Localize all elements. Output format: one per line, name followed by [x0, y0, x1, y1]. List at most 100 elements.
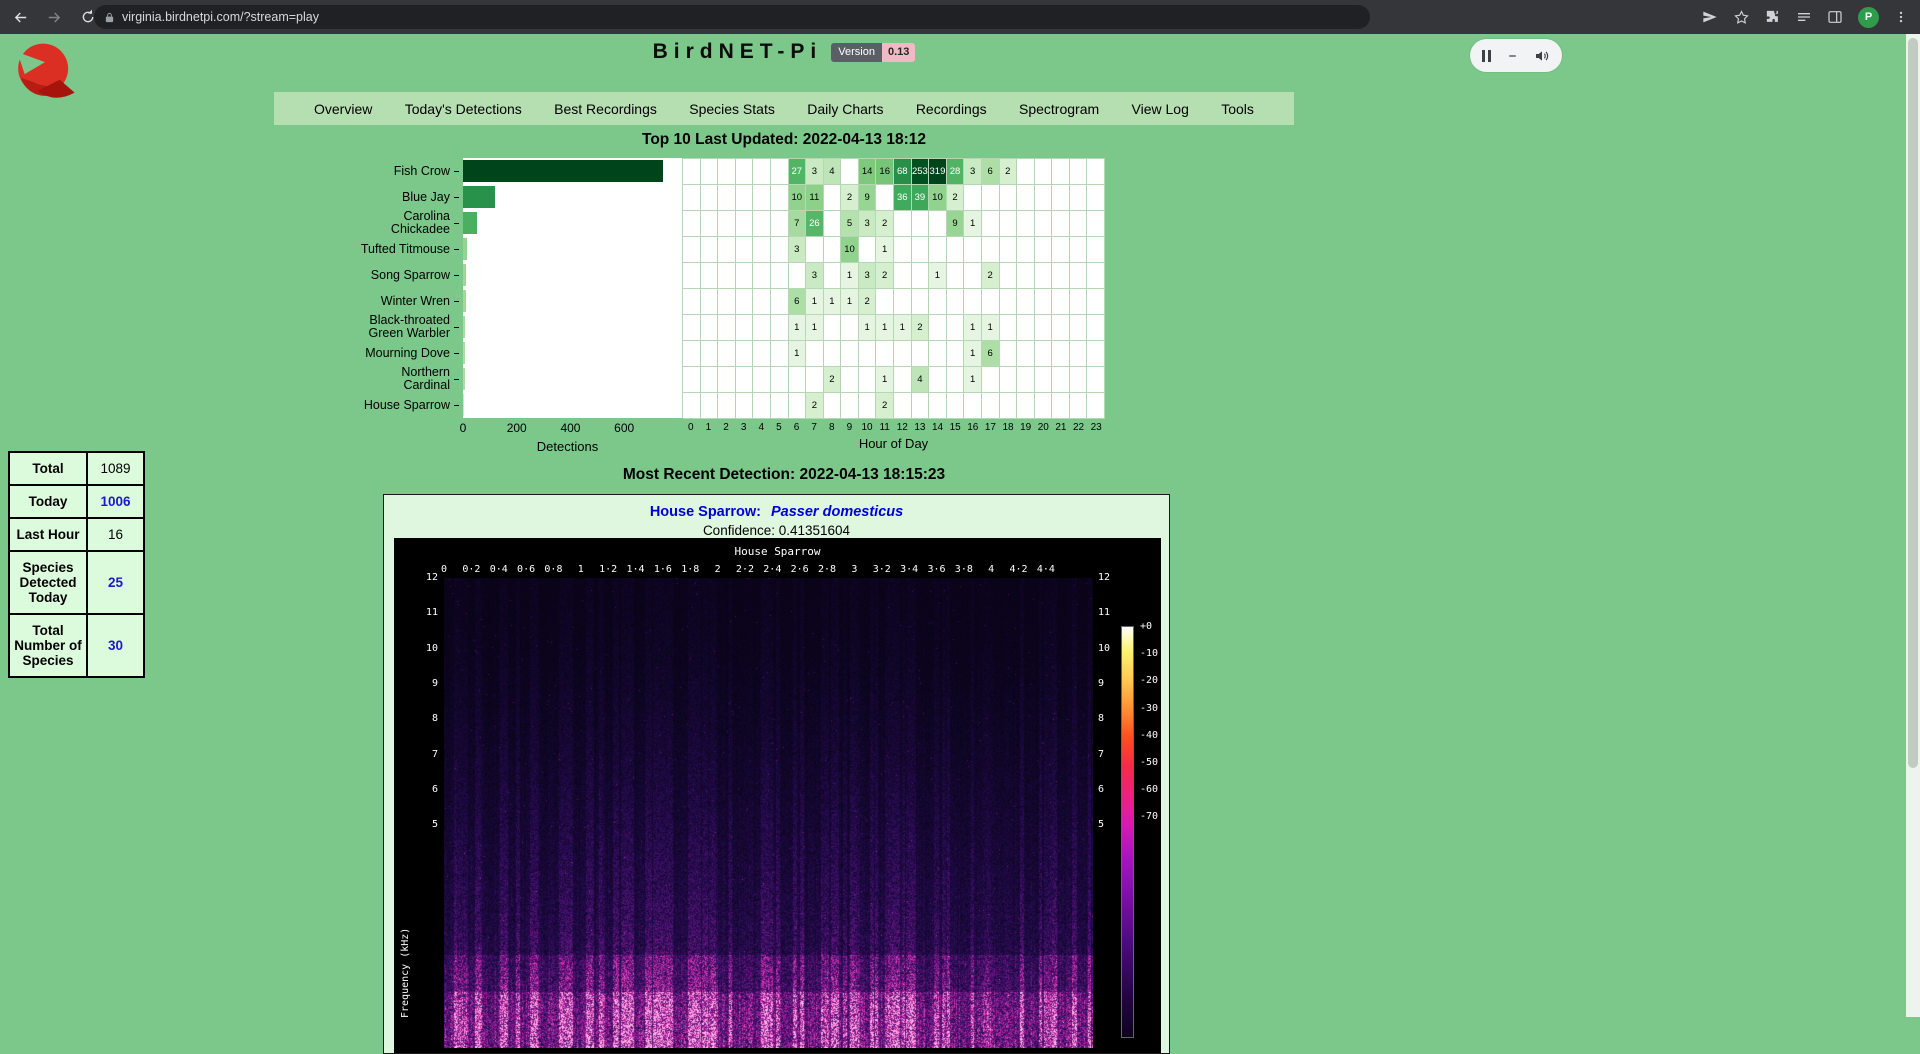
spec-x-tick: 1·4	[626, 564, 644, 575]
side-panel-icon[interactable]	[1827, 9, 1843, 25]
nav-item-today-s-detections[interactable]: Today's Detections	[405, 101, 522, 117]
forward-icon[interactable]	[40, 3, 68, 31]
pause-button[interactable]	[1482, 50, 1491, 62]
nav-item-daily-charts[interactable]: Daily Charts	[807, 101, 883, 117]
heatmap-cell: 9	[947, 211, 965, 237]
heatmap-cell: 1	[964, 341, 982, 367]
heatmap-cell	[964, 185, 982, 211]
spec-x-tick: 1	[578, 564, 584, 575]
detection-common-name: House Sparrow:	[650, 504, 761, 520]
heatmap-cell	[929, 393, 947, 419]
heatmap-cell	[982, 185, 1000, 211]
heatmap-cell	[683, 315, 701, 341]
bar-axis-tick: 200	[507, 421, 527, 435]
heatmap-cell	[718, 341, 736, 367]
heatmap-cell	[1052, 185, 1070, 211]
nav-item-overview[interactable]: Overview	[314, 101, 372, 117]
heatmap-cell	[753, 315, 771, 341]
heatmap-cell	[806, 341, 824, 367]
stats-label: Total Number of Species	[9, 614, 87, 677]
heatmap-cell: 3	[859, 211, 877, 237]
detection-confidence: Confidence: 0.41351604	[384, 523, 1169, 538]
spec-x-tick: 4·2	[1010, 564, 1028, 575]
heatmap-cell	[701, 211, 719, 237]
spectrogram-panel: House Sparrow 00·20·40·60·811·21·41·61·8…	[394, 538, 1161, 1053]
nav-item-species-stats[interactable]: Species Stats	[689, 101, 775, 117]
hour-axis-ticks: 01234567891011121314151617181920212223	[682, 422, 1105, 433]
profile-avatar[interactable]: P	[1858, 7, 1879, 28]
heatmap-cell	[718, 263, 736, 289]
heatmap-cell	[824, 263, 842, 289]
audio-player	[1470, 39, 1562, 72]
volume-icon[interactable]	[1534, 48, 1550, 64]
stats-value: 1089	[87, 452, 144, 485]
heatmap-cell: 14	[859, 159, 877, 185]
heatmap-cell	[718, 289, 736, 315]
heatmap-cell: 1	[876, 237, 894, 263]
nav-item-view-log[interactable]: View Log	[1132, 101, 1189, 117]
heatmap-cell: 10	[789, 185, 807, 211]
heatmap-cell	[1035, 367, 1053, 393]
back-icon[interactable]	[6, 3, 34, 31]
heatmap-cell	[1000, 185, 1018, 211]
heatmap-cell	[1035, 341, 1053, 367]
heatmap-cell	[1017, 393, 1035, 419]
heatmap-cell	[912, 263, 930, 289]
birdnet-logo[interactable]	[8, 38, 82, 114]
send-tab-icon[interactable]	[1702, 9, 1718, 25]
heatmap-cell	[1070, 159, 1088, 185]
stats-value-link[interactable]: 25	[87, 551, 144, 614]
spec-x-tick: 3·2	[873, 564, 891, 575]
nav-item-tools[interactable]: Tools	[1221, 101, 1254, 117]
heatmap-cell	[1052, 393, 1070, 419]
heatmap-cell	[1017, 185, 1035, 211]
heatmap-cell	[701, 159, 719, 185]
heatmap-cell: 1	[964, 367, 982, 393]
heatmap-cell	[718, 211, 736, 237]
extensions-icon[interactable]	[1765, 9, 1781, 25]
hour-axis-tick: 10	[858, 422, 876, 433]
heatmap-cell: 10	[841, 237, 859, 263]
heatmap-cell	[753, 367, 771, 393]
stats-label: Total	[9, 452, 87, 485]
heatmap-cell	[859, 237, 877, 263]
nav-item-recordings[interactable]: Recordings	[916, 101, 987, 117]
menu-icon[interactable]	[1894, 9, 1908, 25]
bookmark-star-icon[interactable]	[1733, 9, 1750, 26]
heatmap-cell: 1	[806, 289, 824, 315]
stats-value-link[interactable]: 1006	[87, 485, 144, 518]
nav-item-spectrogram[interactable]: Spectrogram	[1019, 101, 1099, 117]
heatmap-cell: 9	[859, 185, 877, 211]
detections-bar	[463, 212, 477, 234]
nav-item-best-recordings[interactable]: Best Recordings	[554, 101, 657, 117]
heatmap-cell	[947, 341, 965, 367]
hour-axis-tick: 2	[717, 422, 735, 433]
colorbar-tick: -10	[1140, 648, 1158, 659]
heatmap-cell	[1070, 341, 1088, 367]
heatmap-cell	[947, 263, 965, 289]
url-bar[interactable]: virginia.birdnetpi.com/?stream=play	[94, 5, 1370, 29]
heatmap-cell: 4	[824, 159, 842, 185]
heatmap-cell	[1052, 263, 1070, 289]
stats-value: 16	[87, 518, 144, 551]
detection-scientific-name: Passer domesticus	[771, 504, 903, 520]
stats-row: Species Detected Today25	[9, 551, 144, 614]
heatmap-cell	[753, 237, 771, 263]
colorbar-tick: -60	[1140, 784, 1158, 795]
heatmap-cell	[929, 315, 947, 341]
colorbar-tick: -40	[1140, 730, 1158, 741]
heatmap-cell	[1035, 211, 1053, 237]
reading-list-icon[interactable]	[1796, 9, 1812, 25]
spec-x-tick: 2	[715, 564, 721, 575]
species-label: Northern Cardinal	[330, 366, 459, 392]
heatmap-cell	[1017, 211, 1035, 237]
detections-bar	[463, 238, 467, 260]
hour-axis-tick: 14	[929, 422, 947, 433]
heatmap-cell	[1035, 315, 1053, 341]
spec-y-tick: 10	[1098, 643, 1120, 654]
scrollbar-thumb[interactable]	[1908, 38, 1918, 768]
heatmap-cell: 2	[1000, 159, 1018, 185]
stats-value-link[interactable]: 30	[87, 614, 144, 677]
heatmap-cell	[929, 211, 947, 237]
heatmap-cell: 7	[789, 211, 807, 237]
